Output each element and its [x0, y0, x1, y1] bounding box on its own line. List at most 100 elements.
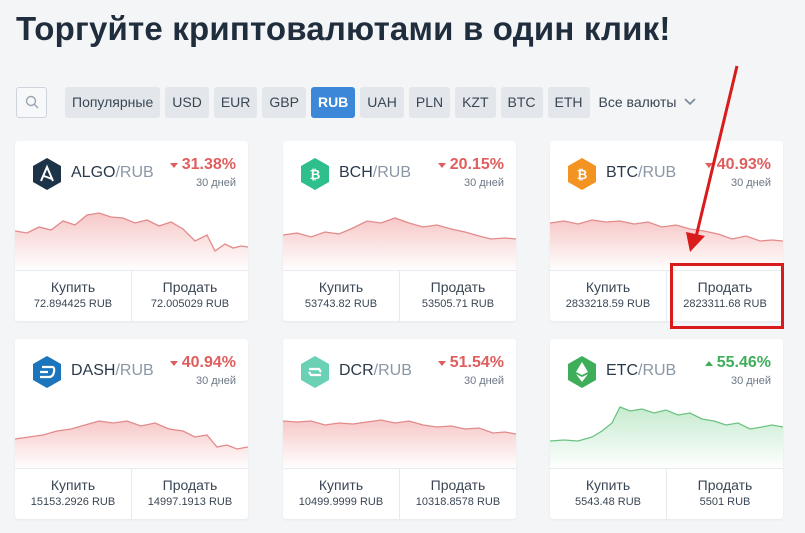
buy-button[interactable]: Купить 5543.48 RUB: [550, 469, 666, 519]
buy-label: Купить: [585, 477, 631, 493]
change-percent: 20.15%: [437, 156, 504, 174]
filter-chip-pln[interactable]: PLN: [408, 86, 451, 118]
sparkline-chart: [550, 406, 783, 469]
search-button[interactable]: [16, 86, 47, 118]
pair-name: DCR/RUB: [339, 362, 412, 379]
buy-price: 15153.2926 RUB: [30, 496, 116, 508]
sell-price: 53505.71 RUB: [421, 298, 495, 310]
sell-button[interactable]: Продать 10318.8578 RUB: [399, 469, 516, 519]
period-label: 30 дней: [730, 375, 771, 387]
trend-down-icon: [169, 162, 178, 168]
buy-button[interactable]: Купить 72.894425 RUB: [15, 271, 131, 321]
sell-label: Продать: [162, 279, 218, 295]
change-percent: 51.54%: [437, 354, 504, 372]
trade-row: Купить 5543.48 RUB Продать 5501 RUB: [550, 468, 783, 519]
change-percent: 40.93%: [704, 156, 771, 174]
chevron-down-icon: [684, 98, 697, 106]
currency-filter-bar: Популярные USD EUR GBP RUB UAH PLN KZT B…: [16, 86, 697, 118]
btc-icon: ₿: [568, 158, 596, 190]
trend-down-icon: [169, 360, 178, 366]
buy-price: 10499.9999 RUB: [298, 496, 384, 508]
pair-name: ALGO/RUB: [71, 164, 154, 181]
buy-price: 5543.48 RUB: [574, 496, 642, 508]
bch-icon: ₿: [301, 158, 329, 190]
sell-button[interactable]: Продать 5501 RUB: [666, 469, 783, 519]
sell-price: 5501 RUB: [699, 496, 751, 508]
svg-text:₿: ₿: [310, 168, 321, 183]
trend-down-icon: [437, 360, 446, 366]
page-title: Торгуйте криптовалютами в один клик!: [16, 10, 671, 47]
buy-price: 72.894425 RUB: [33, 298, 113, 310]
etc-icon: [568, 356, 596, 388]
trade-row: Купить 2833218.59 RUB Продать 2823311.68 R…: [550, 270, 783, 321]
change-percent: 55.46%: [704, 354, 771, 372]
change-percent: 40.94%: [169, 354, 236, 372]
pair-name: DASH/RUB: [71, 362, 154, 379]
pair-card-bch[interactable]: ₿ BCH/RUB 20.15% 30 дней Купить 53743.82 …: [283, 141, 516, 321]
sell-button[interactable]: Продать 14997.1913 RUB: [131, 469, 248, 519]
pair-card-btc[interactable]: ₿ BTC/RUB 40.93% 30 дней Купить 2833218.5…: [550, 141, 783, 321]
dcr-icon: [301, 356, 329, 388]
buy-label: Купить: [318, 279, 364, 295]
search-icon: [25, 95, 38, 109]
buy-button[interactable]: Купить 10499.9999 RUB: [283, 469, 399, 519]
sell-price: 72.005029 RUB: [150, 298, 230, 310]
change-percent: 31.38%: [169, 156, 236, 174]
trade-row: Купить 72.894425 RUB Продать 72.005029 RUB: [15, 270, 248, 321]
buy-price: 53743.82 RUB: [304, 298, 378, 310]
sell-label: Продать: [430, 477, 486, 493]
buy-label: Купить: [585, 279, 631, 295]
period-label: 30 дней: [195, 177, 236, 189]
trade-row: Купить 15153.2926 RUB Продать 14997.1913 R…: [15, 468, 248, 519]
buy-button[interactable]: Купить 53743.82 RUB: [283, 271, 399, 321]
filter-chip-eth[interactable]: ETH: [547, 86, 590, 118]
sparkline-chart: [283, 419, 516, 469]
all-currencies-dropdown[interactable]: Все валюты: [599, 94, 697, 110]
sell-button[interactable]: Продать 2823311.68 RUB: [666, 271, 783, 321]
period-label: 30 дней: [730, 177, 771, 189]
sell-price: 2823311.68 RUB: [683, 298, 767, 310]
buy-button[interactable]: Купить 15153.2926 RUB: [15, 469, 131, 519]
sell-price: 14997.1913 RUB: [147, 496, 233, 508]
pair-card-algo[interactable]: ALGO/RUB 31.38% 30 дней Купить 72.894425 …: [15, 141, 248, 321]
pair-name: ETC/RUB: [606, 362, 677, 379]
dash-icon: [33, 356, 61, 388]
trend-down-icon: [704, 162, 713, 168]
algo-icon: [33, 158, 61, 190]
pair-name: BTC/RUB: [606, 164, 677, 181]
filter-chip-uah[interactable]: UAH: [360, 86, 404, 118]
sell-button[interactable]: Продать 53505.71 RUB: [399, 271, 516, 321]
sell-label: Продать: [697, 477, 753, 493]
filter-chip-usd[interactable]: USD: [165, 86, 209, 118]
period-label: 30 дней: [195, 375, 236, 387]
buy-label: Купить: [50, 279, 96, 295]
sparkline-chart: [550, 219, 783, 271]
filter-chip-eur[interactable]: EUR: [213, 86, 258, 118]
pair-card-etc[interactable]: ETC/RUB 55.46% 30 дней Купить 5543.48 RUB…: [550, 339, 783, 519]
svg-text:₿: ₿: [577, 168, 588, 183]
sell-label: Продать: [430, 279, 486, 295]
sparkline-chart: [283, 217, 516, 271]
pair-card-dash[interactable]: DASH/RUB 40.94% 30 дней Купить 15153.2926…: [15, 339, 248, 519]
filter-chip-kzt[interactable]: KZT: [455, 86, 496, 118]
sell-price: 10318.8578 RUB: [415, 496, 501, 508]
buy-price: 2833218.59 RUB: [565, 298, 651, 310]
period-label: 30 дней: [463, 375, 504, 387]
filter-chip-popular[interactable]: Популярные: [65, 86, 161, 118]
period-label: 30 дней: [463, 177, 504, 189]
pair-card-dcr[interactable]: DCR/RUB 51.54% 30 дней Купить 10499.9999 …: [283, 339, 516, 519]
sparkline-chart: [15, 420, 248, 469]
buy-label: Купить: [318, 477, 364, 493]
filter-chip-gbp[interactable]: GBP: [262, 86, 306, 118]
buy-label: Купить: [50, 477, 96, 493]
buy-button[interactable]: Купить 2833218.59 RUB: [550, 271, 666, 321]
all-currencies-label: Все валюты: [598, 94, 677, 110]
trend-down-icon: [437, 162, 446, 168]
trade-row: Купить 53743.82 RUB Продать 53505.71 RUB: [283, 270, 516, 321]
filter-chip-btc[interactable]: BTC: [500, 86, 543, 118]
sell-button[interactable]: Продать 72.005029 RUB: [131, 271, 248, 321]
sell-label: Продать: [162, 477, 218, 493]
filter-chip-rub[interactable]: RUB: [310, 86, 356, 118]
sparkline-chart: [15, 212, 248, 271]
trend-up-icon: [704, 360, 713, 366]
